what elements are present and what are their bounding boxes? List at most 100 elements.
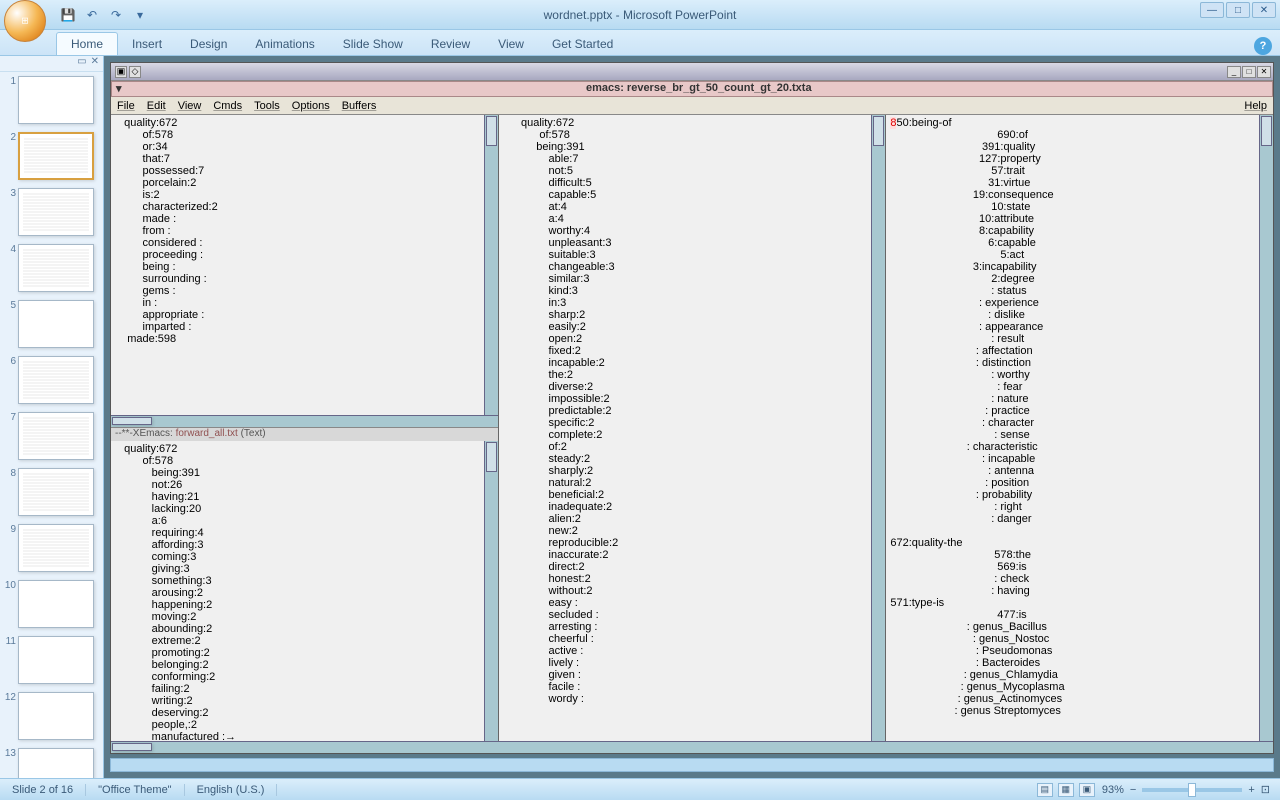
close-button[interactable]: ✕	[1252, 2, 1276, 18]
buffer-mid[interactable]: quality:672 of:578 being:391 able:7 not:…	[499, 115, 872, 741]
window-title: wordnet.pptx - Microsoft PowerPoint	[544, 8, 737, 22]
scrollbar[interactable]	[484, 115, 498, 415]
quick-access-toolbar: 💾 ↶ ↷ ▾	[60, 7, 148, 23]
slide-thumbnail[interactable]	[18, 580, 94, 628]
emacs-minimize-icon[interactable]: _	[1227, 66, 1241, 78]
emacs-titlebar: ▣ ◇ _ □ ✕	[111, 63, 1273, 81]
emacs-menubar: File Edit View Cmds Tools Options Buffer…	[111, 97, 1273, 115]
slide-thumbnail[interactable]	[18, 244, 94, 292]
thumb-number: 7	[4, 412, 18, 423]
slide-edit-area: ▣ ◇ _ □ ✕ ▾ emacs: reverse_br_gt_50_coun…	[104, 56, 1280, 778]
emacs-body: quality:672 of:578 or:34 that:7 possesse…	[111, 115, 1273, 741]
slide-thumbnail[interactable]	[18, 300, 94, 348]
thumb-number: 10	[4, 580, 18, 591]
content-area: ▭ ✕ 12345678910111213 ▣ ◇ _ □ ✕ ▾	[0, 56, 1280, 778]
maximize-button[interactable]: □	[1226, 2, 1250, 18]
slide-thumbnail[interactable]	[18, 76, 94, 124]
slide-thumbnail[interactable]	[18, 692, 94, 740]
zoom-slider[interactable]	[1142, 788, 1242, 792]
thumb-number: 4	[4, 244, 18, 255]
slide-thumbnail[interactable]	[18, 524, 94, 572]
menu-file[interactable]: File	[117, 100, 135, 112]
zoom-out-icon[interactable]: −	[1130, 784, 1136, 796]
buffer-left-top[interactable]: quality:672 of:578 or:34 that:7 possesse…	[111, 115, 484, 415]
view-buttons: ▤ ▦ ▣	[1036, 783, 1096, 797]
slide-thumbnail[interactable]	[18, 188, 94, 236]
panel-close-icon[interactable]: ✕	[91, 56, 99, 71]
hscrollbar[interactable]	[111, 415, 498, 427]
emacs-window: ▣ ◇ _ □ ✕ ▾ emacs: reverse_br_gt_50_coun…	[110, 62, 1274, 754]
zoom-percent[interactable]: 93%	[1102, 784, 1124, 796]
save-icon[interactable]: 💾	[60, 7, 76, 23]
menu-cmds[interactable]: Cmds	[213, 100, 242, 112]
statusbar: Slide 2 of 16 "Office Theme" English (U.…	[0, 778, 1280, 800]
slide-thumbnail[interactable]	[18, 636, 94, 684]
menu-buffers[interactable]: Buffers	[342, 100, 377, 112]
thumb-number: 12	[4, 692, 18, 703]
sorter-view-icon[interactable]: ▦	[1058, 783, 1074, 797]
help-icon[interactable]: ?	[1254, 37, 1272, 55]
redo-icon[interactable]: ↷	[108, 7, 124, 23]
status-theme: "Office Theme"	[86, 784, 184, 796]
thumbnails-list[interactable]: 12345678910111213	[0, 72, 103, 778]
scrollbar[interactable]	[1259, 115, 1273, 741]
slide-hscrollbar[interactable]	[110, 758, 1274, 772]
zoom-in-icon[interactable]: +	[1248, 784, 1254, 796]
menu-tools[interactable]: Tools	[254, 100, 280, 112]
emacs-bottom-hscroll[interactable]	[111, 741, 1273, 753]
emacs-close-icon[interactable]: ✕	[1257, 66, 1271, 78]
normal-view-icon[interactable]: ▤	[1037, 783, 1053, 797]
tab-home[interactable]: Home	[56, 32, 118, 55]
emacs-maximize-icon[interactable]: □	[1242, 66, 1256, 78]
menu-options[interactable]: Options	[292, 100, 330, 112]
fit-window-icon[interactable]: ⊡	[1261, 783, 1270, 796]
menu-view[interactable]: View	[178, 100, 202, 112]
office-button[interactable]: ⊞	[4, 0, 46, 42]
thumb-number: 9	[4, 524, 18, 535]
thumb-number: 3	[4, 188, 18, 199]
modeline-left-top: --**-XEmacs: forward_all.txt (Text)	[111, 427, 498, 441]
status-slide: Slide 2 of 16	[0, 784, 86, 796]
tab-insert[interactable]: Insert	[118, 33, 176, 55]
status-language[interactable]: English (U.S.)	[185, 784, 278, 796]
pathbar-arrow-icon[interactable]: ▾	[112, 82, 126, 95]
tab-getstarted[interactable]: Get Started	[538, 33, 627, 55]
tab-review[interactable]: Review	[417, 33, 484, 55]
thumb-number: 8	[4, 468, 18, 479]
emacs-left-column: quality:672 of:578 or:34 that:7 possesse…	[111, 115, 499, 741]
panel-header: ▭ ✕	[0, 56, 103, 72]
titlebar: ⊞ 💾 ↶ ↷ ▾ wordnet.pptx - Microsoft Power…	[0, 0, 1280, 30]
tab-design[interactable]: Design	[176, 33, 241, 55]
slideshow-view-icon[interactable]: ▣	[1079, 783, 1095, 797]
office-logo-icon: ⊞	[21, 15, 29, 26]
slide-thumbnail[interactable]	[18, 468, 94, 516]
thumb-number: 13	[4, 748, 18, 759]
menu-edit[interactable]: Edit	[147, 100, 166, 112]
menu-help[interactable]: Help	[1244, 100, 1267, 112]
thumb-number: 2	[4, 132, 18, 143]
slide-thumbnail[interactable]	[18, 132, 94, 180]
outline-tab-icon[interactable]: ▭	[77, 56, 86, 71]
buffer-left-bottom[interactable]: quality:672 of:578 being:391 not:26 havi…	[111, 441, 484, 741]
slide-thumbnail[interactable]	[18, 356, 94, 404]
undo-icon[interactable]: ↶	[84, 7, 100, 23]
slide-thumbnail[interactable]	[18, 412, 94, 460]
slides-panel: ▭ ✕ 12345678910111213	[0, 56, 104, 778]
thumb-number: 5	[4, 300, 18, 311]
emacs-sys-icon[interactable]: ▣	[115, 66, 127, 78]
tab-view[interactable]: View	[484, 33, 538, 55]
slide-thumbnail[interactable]	[18, 748, 94, 778]
thumb-number: 11	[4, 636, 18, 647]
ribbon-tabs: Home Insert Design Animations Slide Show…	[0, 30, 1280, 56]
buffer-right[interactable]: 850:being-of 690:of 391:quality 127:prop…	[886, 115, 1259, 741]
emacs-menu-icon[interactable]: ◇	[129, 66, 141, 78]
tab-animations[interactable]: Animations	[241, 33, 328, 55]
scrollbar[interactable]	[484, 441, 498, 741]
thumb-number: 6	[4, 356, 18, 367]
emacs-mid-column: quality:672 of:578 being:391 able:7 not:…	[499, 115, 887, 741]
minimize-button[interactable]: —	[1200, 2, 1224, 18]
scrollbar[interactable]	[871, 115, 885, 741]
qat-dropdown-icon[interactable]: ▾	[132, 7, 148, 23]
emacs-pathbar: ▾ emacs: reverse_br_gt_50_count_gt_20.tx…	[111, 81, 1273, 97]
tab-slideshow[interactable]: Slide Show	[329, 33, 417, 55]
